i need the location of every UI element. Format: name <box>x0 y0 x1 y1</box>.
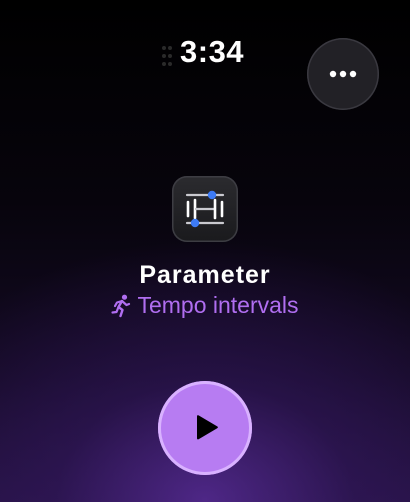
running-figure-icon <box>111 294 131 318</box>
start-workout-button[interactable] <box>158 381 252 475</box>
ellipsis-icon <box>329 70 357 78</box>
more-options-button[interactable] <box>307 38 379 110</box>
clock-time: 3:34 <box>180 34 245 69</box>
status-indicator-dots <box>162 44 174 68</box>
workout-subtitle-label: Tempo intervals <box>137 292 299 318</box>
workout-type-icon <box>172 176 238 242</box>
workout-subtitle: Tempo intervals <box>0 292 410 319</box>
play-icon <box>197 415 218 440</box>
watch-screen: 3:34 Parameter Tempo intervals <box>0 0 410 502</box>
parameter-sliders-icon <box>185 190 225 228</box>
workout-title: Parameter <box>139 261 271 289</box>
